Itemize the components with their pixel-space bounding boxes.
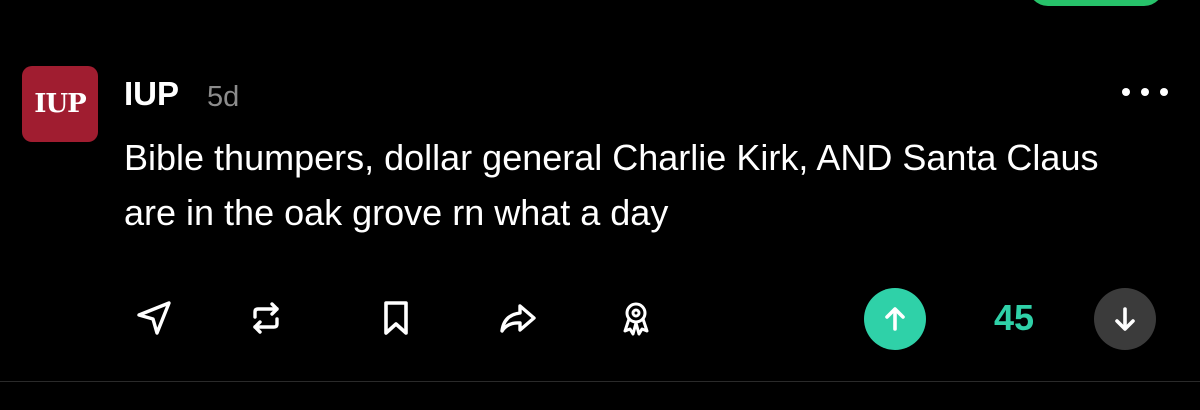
- avatar[interactable]: IUP: [22, 66, 98, 142]
- downvote-button[interactable]: [1094, 288, 1156, 350]
- username[interactable]: IUP: [124, 76, 179, 112]
- arrow-up-icon: [885, 307, 905, 331]
- upvote-button[interactable]: [864, 288, 926, 350]
- bookmark-icon[interactable]: [374, 296, 418, 340]
- avatar-logo-text: IUP: [34, 89, 86, 119]
- award-icon[interactable]: [614, 296, 658, 340]
- vote-count: 45: [993, 297, 1035, 338]
- post-text: Bible thumpers, dollar general Charlie K…: [124, 137, 1099, 233]
- divider: [0, 381, 1200, 382]
- top-action-button[interactable]: [1028, 0, 1164, 6]
- send-icon[interactable]: [132, 296, 176, 340]
- share-icon[interactable]: [496, 296, 540, 340]
- more-options-icon[interactable]: [1122, 83, 1168, 101]
- arrow-down-icon: [1115, 307, 1135, 331]
- post-time: 5d: [207, 81, 240, 113]
- repost-icon[interactable]: [244, 296, 288, 340]
